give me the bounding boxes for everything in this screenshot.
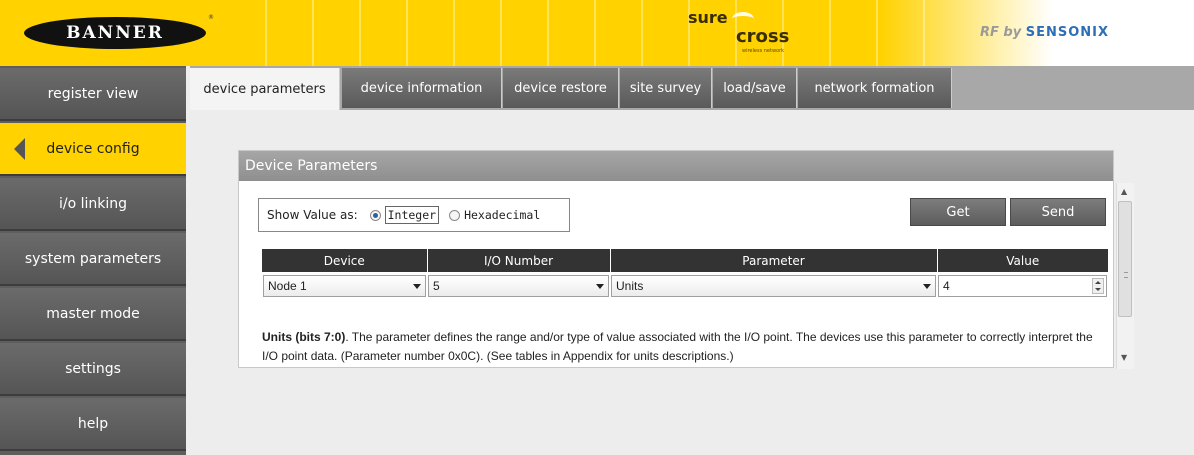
show-value-label: Show Value as: <box>267 208 358 222</box>
parameter-table: Device I/O Number Parameter Value Node 1… <box>262 249 1108 300</box>
hexadecimal-radio-label[interactable]: Hexadecimal <box>464 208 540 222</box>
sidebar-item-system-parameters[interactable]: system parameters <box>0 233 186 286</box>
banner-logo-text: BANNER <box>66 23 164 43</box>
logo-cross-text: cross <box>736 26 790 47</box>
tab-label: load/save <box>723 80 786 96</box>
banner-logo: BANNER <box>24 17 206 49</box>
tab-load-save[interactable]: load/save <box>713 68 797 108</box>
parameter-select[interactable]: Units <box>611 275 936 297</box>
description-title: Units (bits 7:0) <box>262 330 346 344</box>
down-arrow-icon[interactable]: ▼ <box>1121 353 1127 362</box>
tab-label: network formation <box>814 80 935 96</box>
column-header-device: Device <box>262 249 428 272</box>
parameter-cell: Units <box>610 272 937 300</box>
show-value-group: Show Value as: Integer Hexadecimal <box>258 198 570 232</box>
device-select-value: Node 1 <box>268 279 307 293</box>
column-header-parameter: Parameter <box>610 249 938 272</box>
surecross-logo: sure cross wireless network <box>680 6 820 54</box>
hexadecimal-radio[interactable] <box>449 209 461 221</box>
get-button-label: Get <box>946 204 970 220</box>
send-button[interactable]: Send <box>1010 198 1106 226</box>
column-header-value: Value <box>937 249 1108 272</box>
integer-radio-label[interactable]: Integer <box>384 206 440 224</box>
registered-mark: ® <box>208 14 214 21</box>
logo-sure-text: sure <box>688 8 728 27</box>
app-header: BANNER ® sure cross wireless network RF … <box>0 0 1194 66</box>
tab-strip: device parameters device information dev… <box>190 66 1194 110</box>
logo-subtitle: wireless network <box>742 48 785 54</box>
tab-network-formation[interactable]: network formation <box>798 68 952 108</box>
left-pointer-icon <box>14 138 25 160</box>
device-cell: Node 1 <box>262 272 427 300</box>
grip-icon <box>1124 272 1128 278</box>
up-arrow-icon[interactable]: ▲ <box>1121 187 1127 196</box>
value-cell: 4 <box>937 272 1108 300</box>
spinner-icon[interactable] <box>1092 278 1104 294</box>
tab-device-information[interactable]: device information <box>342 68 502 108</box>
sidebar-item-master-mode[interactable]: master mode <box>0 288 186 341</box>
tab-label: device information <box>360 80 483 96</box>
io-number-cell: 5 <box>427 272 610 300</box>
description-text: . The parameter defines the range and/or… <box>262 330 1093 363</box>
chevron-down-icon <box>596 284 604 289</box>
sidebar: register view device config i/o linking … <box>0 66 186 455</box>
sidebar-item-label: i/o linking <box>58 195 128 212</box>
sidebar-item-io-linking[interactable]: i/o linking <box>0 178 186 231</box>
swoosh-icon <box>732 12 754 26</box>
panel-scrollbar[interactable]: ▲ ▼ <box>1116 183 1134 369</box>
rf-by-text: RF by <box>980 25 1022 40</box>
sidebar-item-help[interactable]: help <box>0 398 186 451</box>
value-stepper-value: 4 <box>943 279 950 293</box>
tab-label: site survey <box>629 80 702 96</box>
sensonix-text: SENSONIX <box>1025 25 1110 40</box>
sidebar-item-register-view[interactable]: register view <box>0 68 186 121</box>
send-button-label: Send <box>1041 204 1075 220</box>
get-button[interactable]: Get <box>910 198 1006 226</box>
value-stepper[interactable]: 4 <box>938 275 1107 297</box>
tab-device-restore[interactable]: device restore <box>503 68 619 108</box>
scrollbar-thumb[interactable] <box>1118 201 1132 317</box>
tab-label: device parameters <box>203 81 326 97</box>
sidebar-item-label: settings <box>65 360 121 377</box>
column-header-io-number: I/O Number <box>427 249 611 272</box>
tab-label: device restore <box>514 80 607 96</box>
chevron-down-icon <box>923 284 931 289</box>
sidebar-item-settings[interactable]: settings <box>0 343 186 396</box>
io-number-select-value: 5 <box>433 279 440 293</box>
header-stripes <box>220 0 960 66</box>
table-header-row: Device I/O Number Parameter Value <box>262 249 1108 272</box>
sidebar-item-device-config[interactable]: device config <box>0 123 186 176</box>
tab-site-survey[interactable]: site survey <box>620 68 712 108</box>
sidebar-item-label: device config <box>46 140 140 157</box>
io-number-select[interactable]: 5 <box>428 275 609 297</box>
chevron-down-icon <box>413 284 421 289</box>
integer-radio[interactable] <box>369 209 381 221</box>
sidebar-item-label: system parameters <box>24 250 162 267</box>
sidebar-item-label: master mode <box>46 305 140 322</box>
sidebar-item-label: register view <box>47 85 139 102</box>
sensonix-logo: RF by SENSONIX <box>980 25 1109 40</box>
tab-bar: device parameters device information dev… <box>186 66 1194 110</box>
panel-title: Device Parameters <box>239 151 1113 181</box>
device-select[interactable]: Node 1 <box>263 275 426 297</box>
table-row: Node 1 5 Units 4 <box>262 272 1108 300</box>
parameter-description: Units (bits 7:0). The parameter defines … <box>262 328 1102 366</box>
sidebar-item-label: help <box>77 415 109 432</box>
parameter-select-value: Units <box>616 279 644 293</box>
tab-device-parameters[interactable]: device parameters <box>190 68 340 110</box>
